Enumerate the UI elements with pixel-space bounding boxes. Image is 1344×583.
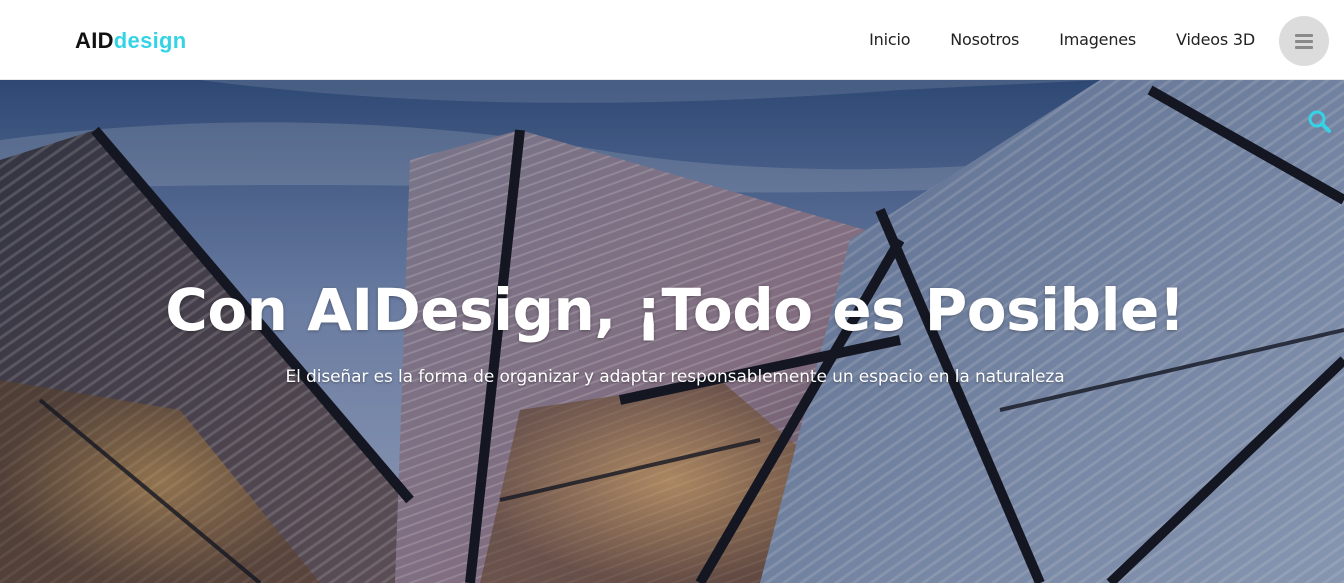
hero-subtitle: El diseñar es la forma de organizar y ad… [285, 367, 1065, 387]
nav-item-nosotros[interactable]: Nosotros [950, 29, 1019, 51]
nav-item-inicio[interactable]: Inicio [869, 29, 910, 51]
logo-text-design: design [113, 28, 187, 53]
main-nav: Inicio Nosotros Imagenes Videos 3D [869, 29, 1255, 51]
search-icon [1308, 110, 1331, 133]
hero-section: Con AIDesign, ¡Todo es Posible! El diseñ… [0, 80, 1344, 583]
nav-item-videos-3d[interactable]: Videos 3D [1176, 29, 1255, 51]
hero-title: Con AIDesign, ¡Todo es Posible! [165, 276, 1185, 344]
site-header: AIDdesign Inicio Nosotros Imagenes Video… [0, 0, 1344, 80]
search-button[interactable] [1306, 108, 1334, 136]
logo-text-aid: AID [75, 28, 114, 53]
nav-item-imagenes[interactable]: Imagenes [1059, 29, 1136, 51]
site-logo[interactable]: AIDdesign [75, 28, 187, 54]
menu-button[interactable] [1279, 16, 1329, 66]
